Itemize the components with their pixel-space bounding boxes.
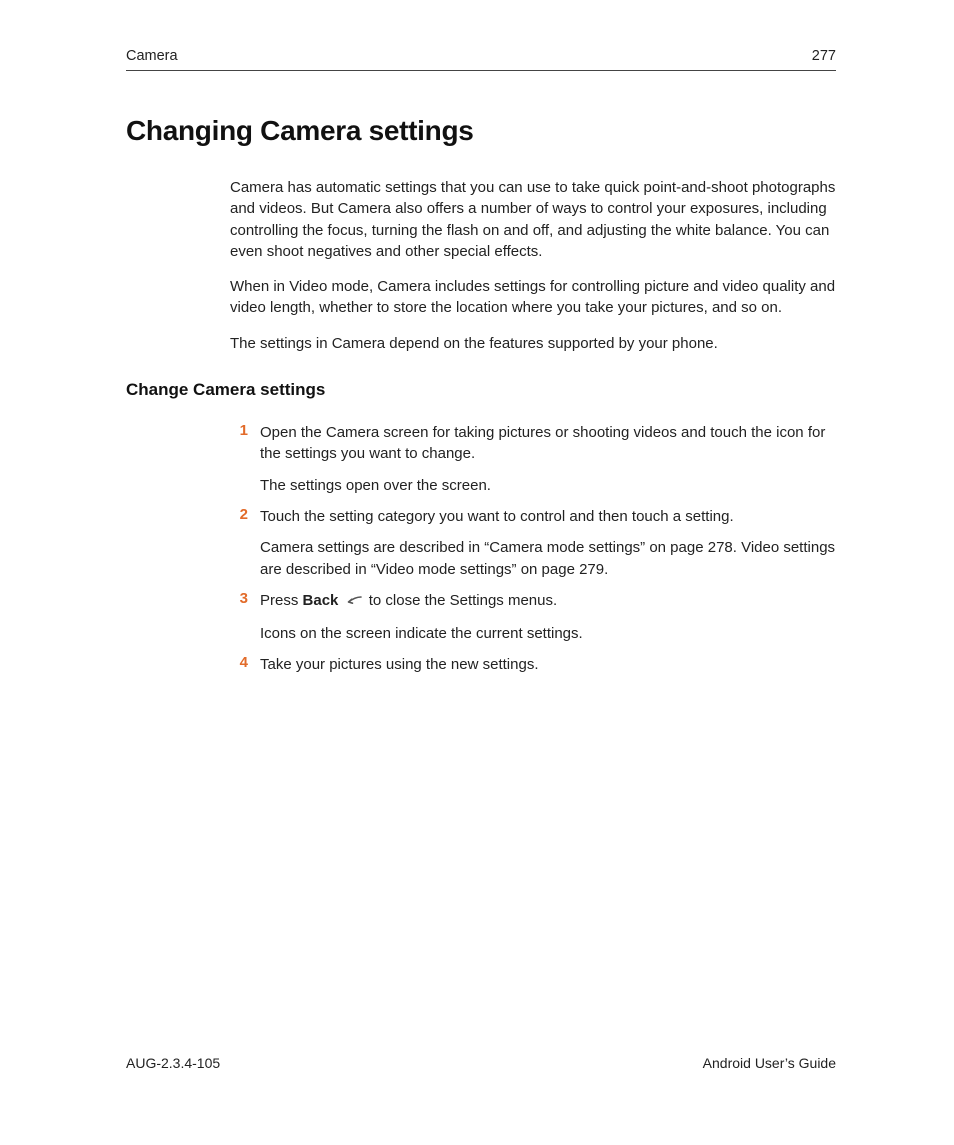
intro-block: Camera has automatic settings that you c… [230, 177, 836, 354]
step-number: 1 [230, 422, 248, 439]
step-item: 3 Press Back to close the Settings menus… [230, 590, 836, 645]
step-lead: Open the Camera screen for taking pictur… [260, 422, 836, 465]
step-item: 4 Take your pictures using the new setti… [230, 654, 836, 675]
section-subhead: Change Camera settings [126, 380, 836, 400]
step-lead-bold: Back [303, 592, 339, 609]
step-follow: Icons on the screen indicate the current… [260, 623, 836, 644]
step-number: 4 [230, 654, 248, 671]
footer-left: AUG-2.3.4-105 [126, 1055, 220, 1071]
header-section: Camera [126, 48, 178, 64]
back-arrow-icon [345, 592, 363, 613]
step-follow: Camera settings are described in “Camera… [260, 537, 836, 580]
intro-paragraph: Camera has automatic settings that you c… [230, 177, 836, 262]
step-item: 2 Touch the setting category you want to… [230, 506, 836, 580]
step-number: 3 [230, 590, 248, 607]
running-header: Camera 277 [126, 48, 836, 71]
header-page-number: 277 [812, 48, 836, 64]
intro-paragraph: The settings in Camera depend on the fea… [230, 333, 836, 354]
step-follow: The settings open over the screen. [260, 475, 836, 496]
step-lead: Take your pictures using the new setting… [260, 654, 836, 675]
step-lead-suffix: to close the Settings menus. [365, 592, 558, 609]
step-lead: Touch the setting category you want to c… [260, 506, 836, 527]
intro-paragraph: When in Video mode, Camera includes sett… [230, 276, 836, 319]
step-item: 1 Open the Camera screen for taking pict… [230, 422, 836, 496]
page-title: Changing Camera settings [126, 115, 836, 147]
numbered-steps: 1 Open the Camera screen for taking pict… [230, 422, 836, 676]
page-content: Camera 277 Changing Camera settings Came… [126, 48, 836, 686]
step-lead: Press Back to close the Settings menus. [260, 590, 836, 613]
footer-right: Android User’s Guide [703, 1055, 836, 1071]
step-lead-prefix: Press [260, 592, 303, 609]
step-number: 2 [230, 506, 248, 523]
page-footer: AUG-2.3.4-105 Android User’s Guide [126, 1055, 836, 1071]
